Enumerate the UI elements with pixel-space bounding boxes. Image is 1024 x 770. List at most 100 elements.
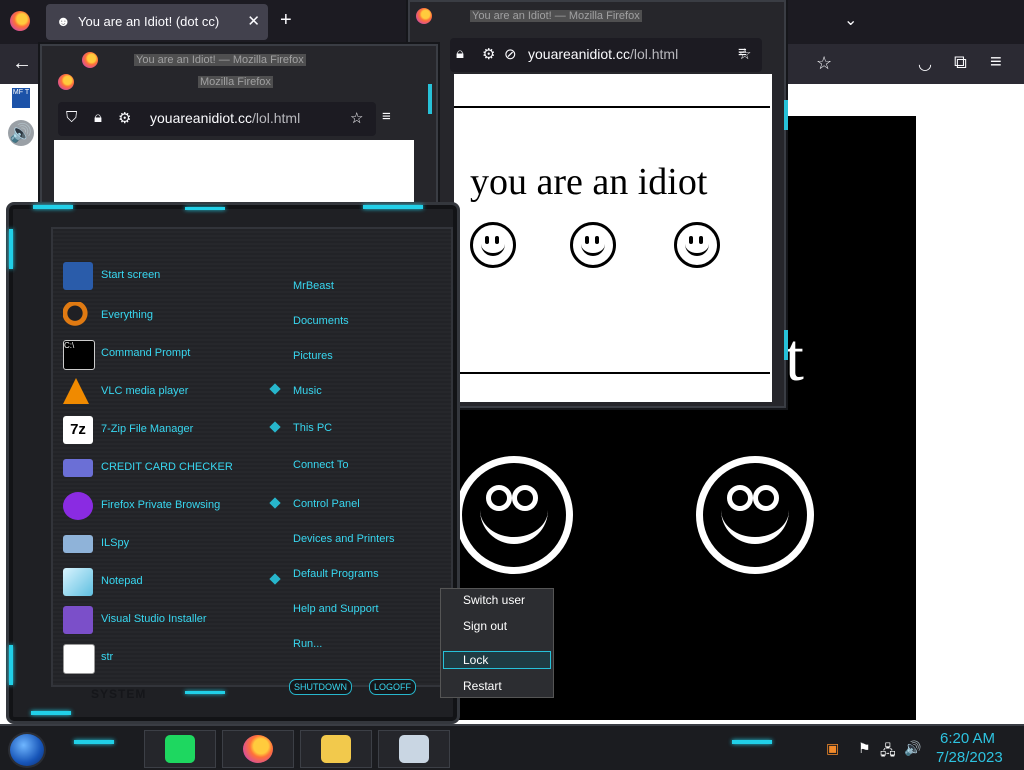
- vs-installer-icon: [63, 606, 93, 634]
- list-tabs-icon[interactable]: ⌄: [844, 10, 857, 30]
- url-domain: youareanidiot.cc: [150, 110, 252, 126]
- close-tab-icon[interactable]: ✕: [247, 12, 260, 30]
- credit-card-icon: [63, 459, 93, 477]
- place-default-programs[interactable]: Default Programs: [293, 568, 379, 580]
- place-this-pc[interactable]: This PC: [293, 422, 332, 434]
- popup-window-right[interactable]: You are an Idiot! — Mozilla Firefox 🔒︎ ⚙…: [408, 0, 786, 408]
- hamburger-menu-icon[interactable]: ≡: [990, 51, 1002, 74]
- start-screen-icon: [63, 262, 93, 290]
- task-manager-icon: [399, 735, 429, 763]
- place-pictures[interactable]: Pictures: [293, 350, 333, 362]
- popup-title: You are an Idiot! — Mozilla Firefox: [134, 54, 306, 66]
- network-icon[interactable]: 🖧: [880, 740, 896, 764]
- submenu-arrow-icon[interactable]: [269, 421, 281, 433]
- ilspy-icon: [63, 535, 93, 553]
- place-devices-printers[interactable]: Devices and Printers: [293, 533, 395, 545]
- menu-item-switch-user[interactable]: Switch user: [463, 593, 525, 607]
- bookmark-star-icon[interactable]: ☆: [816, 53, 832, 74]
- magnifier-icon: [63, 302, 93, 330]
- window-border-accent: [784, 100, 788, 130]
- popup-title-secondary: Mozilla Firefox: [198, 76, 273, 88]
- taskbar-spotify[interactable]: [144, 730, 216, 768]
- firefox-logo-icon: [82, 52, 98, 68]
- big-smiley-icon: [455, 456, 573, 574]
- clock-time[interactable]: 6:20 AM: [940, 730, 995, 747]
- taskbar-task-manager[interactable]: [378, 730, 450, 768]
- place-help-support[interactable]: Help and Support: [293, 603, 379, 615]
- program-7zip[interactable]: 7z 7-Zip File Manager: [63, 415, 283, 445]
- 7zip-icon: 7z: [63, 416, 93, 444]
- firefox-logo-icon: [58, 74, 74, 90]
- browser-tab[interactable]: ☻ You are an Idiot! (dot cc) ✕: [46, 4, 268, 40]
- back-arrow-icon[interactable]: ←: [12, 52, 32, 75]
- start-orb-button[interactable]: [8, 732, 46, 768]
- vlc-cone-icon: [63, 378, 89, 404]
- notepad-icon: [63, 568, 93, 596]
- firefox-logo-icon: [416, 8, 432, 24]
- start-menu: Start screen Everything C:\ Command Prom…: [6, 202, 460, 724]
- program-credit-card-checker[interactable]: CREDIT CARD CHECKER: [63, 453, 283, 483]
- program-command-prompt[interactable]: C:\ Command Prompt: [63, 339, 283, 370]
- program-notepad[interactable]: Notepad: [63, 567, 283, 597]
- submenu-arrow-icon[interactable]: [269, 383, 281, 395]
- program-start-screen[interactable]: Start screen: [63, 261, 283, 291]
- program-str[interactable]: str: [63, 643, 283, 674]
- url-domain: youareanidiot.cc: [528, 46, 630, 62]
- url-bar[interactable]: 🔒︎ ⚙ ⊘ youareanidiot.cc/lol.html ☆: [450, 38, 762, 72]
- menu-selection-highlight: [443, 651, 551, 669]
- place-music[interactable]: Music: [293, 385, 322, 397]
- submenu-arrow-icon[interactable]: [269, 497, 281, 509]
- volume-icon[interactable]: 🔊: [904, 740, 921, 757]
- pocket-icon[interactable]: ◡: [918, 54, 932, 74]
- action-center-flag-icon[interactable]: ⚑: [858, 740, 871, 757]
- page-text: you are an idiot: [470, 161, 708, 203]
- url-path: /lol.html: [251, 110, 301, 126]
- speaker-icon[interactable]: 🔊: [8, 120, 34, 146]
- menu-item-restart[interactable]: Restart: [463, 679, 502, 693]
- hamburger-menu-icon[interactable]: ≡: [382, 108, 391, 125]
- small-smiley-icon: [470, 222, 516, 268]
- hamburger-menu-icon[interactable]: ≡: [738, 44, 747, 61]
- permissions-icon[interactable]: ⚙: [482, 45, 495, 63]
- place-connect-to[interactable]: Connect To: [293, 459, 348, 471]
- new-tab-button[interactable]: +: [280, 10, 292, 30]
- taskbar: ▣ ⚑ 🖧 🔊 6:20 AM 7/28/2023: [0, 724, 1024, 770]
- lock-icon: 🔒︎: [94, 109, 102, 126]
- place-documents[interactable]: Documents: [293, 315, 349, 327]
- private-browsing-icon: [63, 492, 93, 520]
- submenu-arrow-icon[interactable]: [269, 573, 281, 585]
- tray-app-icon[interactable]: ▣: [826, 740, 839, 757]
- taskbar-file-explorer[interactable]: [300, 730, 372, 768]
- smiley-icon: ☻: [56, 13, 71, 29]
- program-vlc[interactable]: VLC media player: [63, 377, 283, 407]
- extensions-icon[interactable]: ⧉: [954, 52, 967, 73]
- tracking-protection-icon[interactable]: ⊘: [504, 45, 517, 63]
- clock-date[interactable]: 7/28/2023: [936, 749, 1003, 766]
- taskbar-firefox[interactable]: [222, 730, 294, 768]
- big-smiley-icon: [696, 456, 814, 574]
- cmd-icon: C:\: [63, 340, 95, 370]
- program-firefox-private[interactable]: Firefox Private Browsing: [63, 491, 283, 521]
- place-run[interactable]: Run...: [293, 638, 322, 650]
- place-mrbeast[interactable]: MrBeast: [293, 280, 334, 292]
- shield-icon[interactable]: ⛉: [66, 109, 77, 126]
- popup-page: you are an idiot: [454, 74, 772, 402]
- bookmark-star-icon[interactable]: ☆: [350, 109, 363, 127]
- logoff-button[interactable]: LOGOFF: [369, 679, 417, 695]
- place-control-panel[interactable]: Control Panel: [293, 498, 360, 510]
- power-options-menu: Switch user Sign out Lock Restart: [440, 588, 554, 698]
- program-ilspy[interactable]: ILSpy: [63, 529, 283, 559]
- shutdown-button[interactable]: SHUTDOWN: [289, 679, 352, 695]
- menu-item-sign-out[interactable]: Sign out: [463, 619, 507, 633]
- program-vs-installer[interactable]: Visual Studio Installer: [63, 605, 283, 635]
- mft-app-icon[interactable]: MF T: [12, 88, 30, 108]
- system-label: SYSTEM: [91, 687, 147, 701]
- lock-icon: 🔒︎: [456, 45, 464, 62]
- permissions-icon[interactable]: ⚙: [118, 109, 131, 127]
- url-bar[interactable]: ⛉ 🔒︎ ⚙ youareanidiot.cc/lol.html ☆: [58, 102, 376, 136]
- program-everything[interactable]: Everything: [63, 301, 283, 331]
- window-border-accent: [428, 84, 432, 114]
- spotify-icon: [165, 735, 195, 763]
- firefox-logo-icon: [10, 11, 30, 31]
- menu-item-lock[interactable]: Lock: [463, 653, 488, 667]
